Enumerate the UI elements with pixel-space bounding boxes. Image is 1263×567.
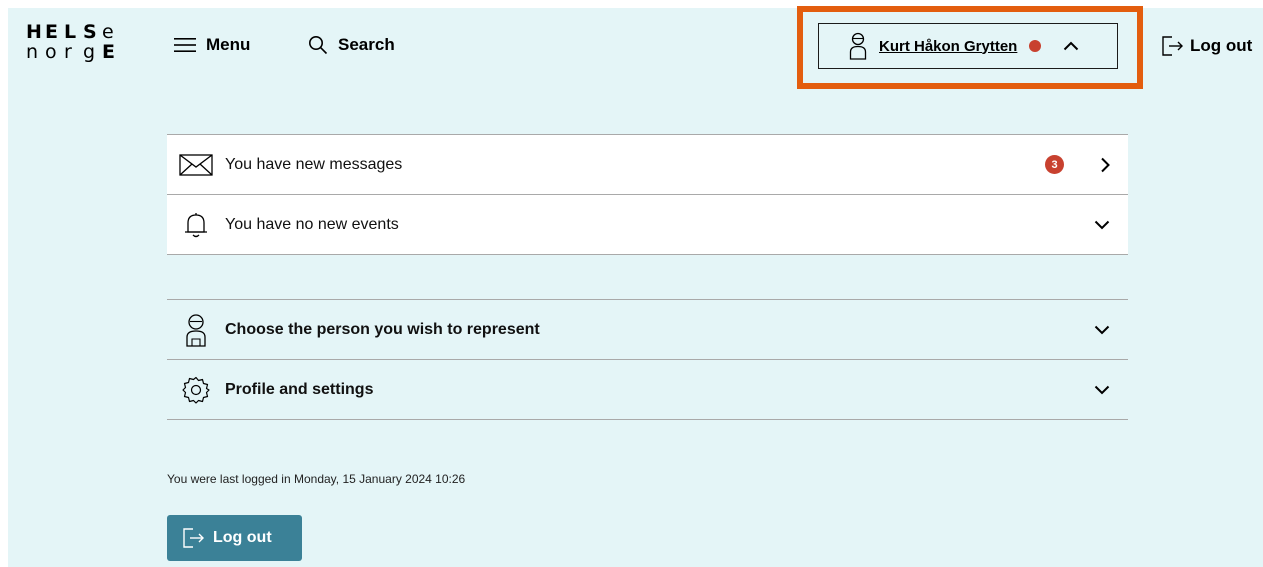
hamburger-icon [174, 38, 196, 52]
gear-icon [182, 376, 210, 404]
logout-icon [1162, 36, 1183, 56]
represent-label: Choose the person you wish to represent [225, 320, 540, 338]
user-icon [186, 313, 206, 347]
chevron-right-icon [1101, 157, 1110, 172]
user-name: Kurt Håkon Grytten [879, 37, 1018, 55]
logo-letter: L [64, 21, 77, 43]
menu-button[interactable]: Menu [174, 30, 250, 60]
logout-button-label: Log out [213, 529, 272, 546]
notifications-list: You have new messages 3 You have no new … [167, 134, 1128, 255]
logo-letter: g [83, 41, 96, 63]
logo-letter: e [102, 21, 114, 43]
messages-count-badge: 3 [1045, 155, 1064, 174]
events-row[interactable]: You have no new events [167, 195, 1128, 255]
search-icon [309, 36, 328, 55]
logout-button[interactable]: Log out [167, 515, 302, 561]
messages-row[interactable]: You have new messages 3 [167, 135, 1128, 195]
logo-letter: E [45, 21, 58, 43]
chevron-down-icon [1094, 220, 1110, 229]
messages-label: You have new messages [225, 155, 403, 173]
logo-letter: H [26, 21, 42, 43]
logout-header-label: Log out [1190, 36, 1253, 55]
logout-icon [183, 528, 204, 548]
chevron-down-icon [1094, 325, 1110, 334]
logo-letter: S [83, 21, 97, 43]
logo-letter: n [26, 41, 39, 63]
logo-letter: E [102, 41, 115, 63]
profile-settings-label: Profile and settings [225, 380, 374, 398]
logout-header-button[interactable]: Log out [1160, 31, 1252, 61]
profile-settings-row[interactable]: Profile and settings [167, 360, 1128, 420]
user-icon [849, 32, 867, 60]
options-list: Choose the person you wish to represent … [167, 299, 1128, 420]
menu-label: Menu [206, 35, 251, 54]
envelope-icon [179, 153, 213, 176]
logo-letter: o [45, 41, 57, 63]
chevron-up-icon [1064, 41, 1079, 51]
notification-dot [1029, 40, 1042, 52]
logo-letter: r [64, 41, 72, 63]
helsenorge-logo[interactable]: H E L S e n o r g E [26, 22, 136, 62]
search-button[interactable]: Search [308, 30, 395, 60]
search-label: Search [338, 35, 395, 54]
user-menu-button[interactable]: Kurt Håkon Grytten [818, 23, 1118, 69]
chevron-down-icon [1094, 385, 1110, 394]
bell-icon [185, 212, 207, 237]
events-label: You have no new events [225, 215, 399, 233]
represent-row[interactable]: Choose the person you wish to represent [167, 300, 1128, 360]
last-login-text: You were last logged in Monday, 15 Janua… [167, 472, 466, 486]
